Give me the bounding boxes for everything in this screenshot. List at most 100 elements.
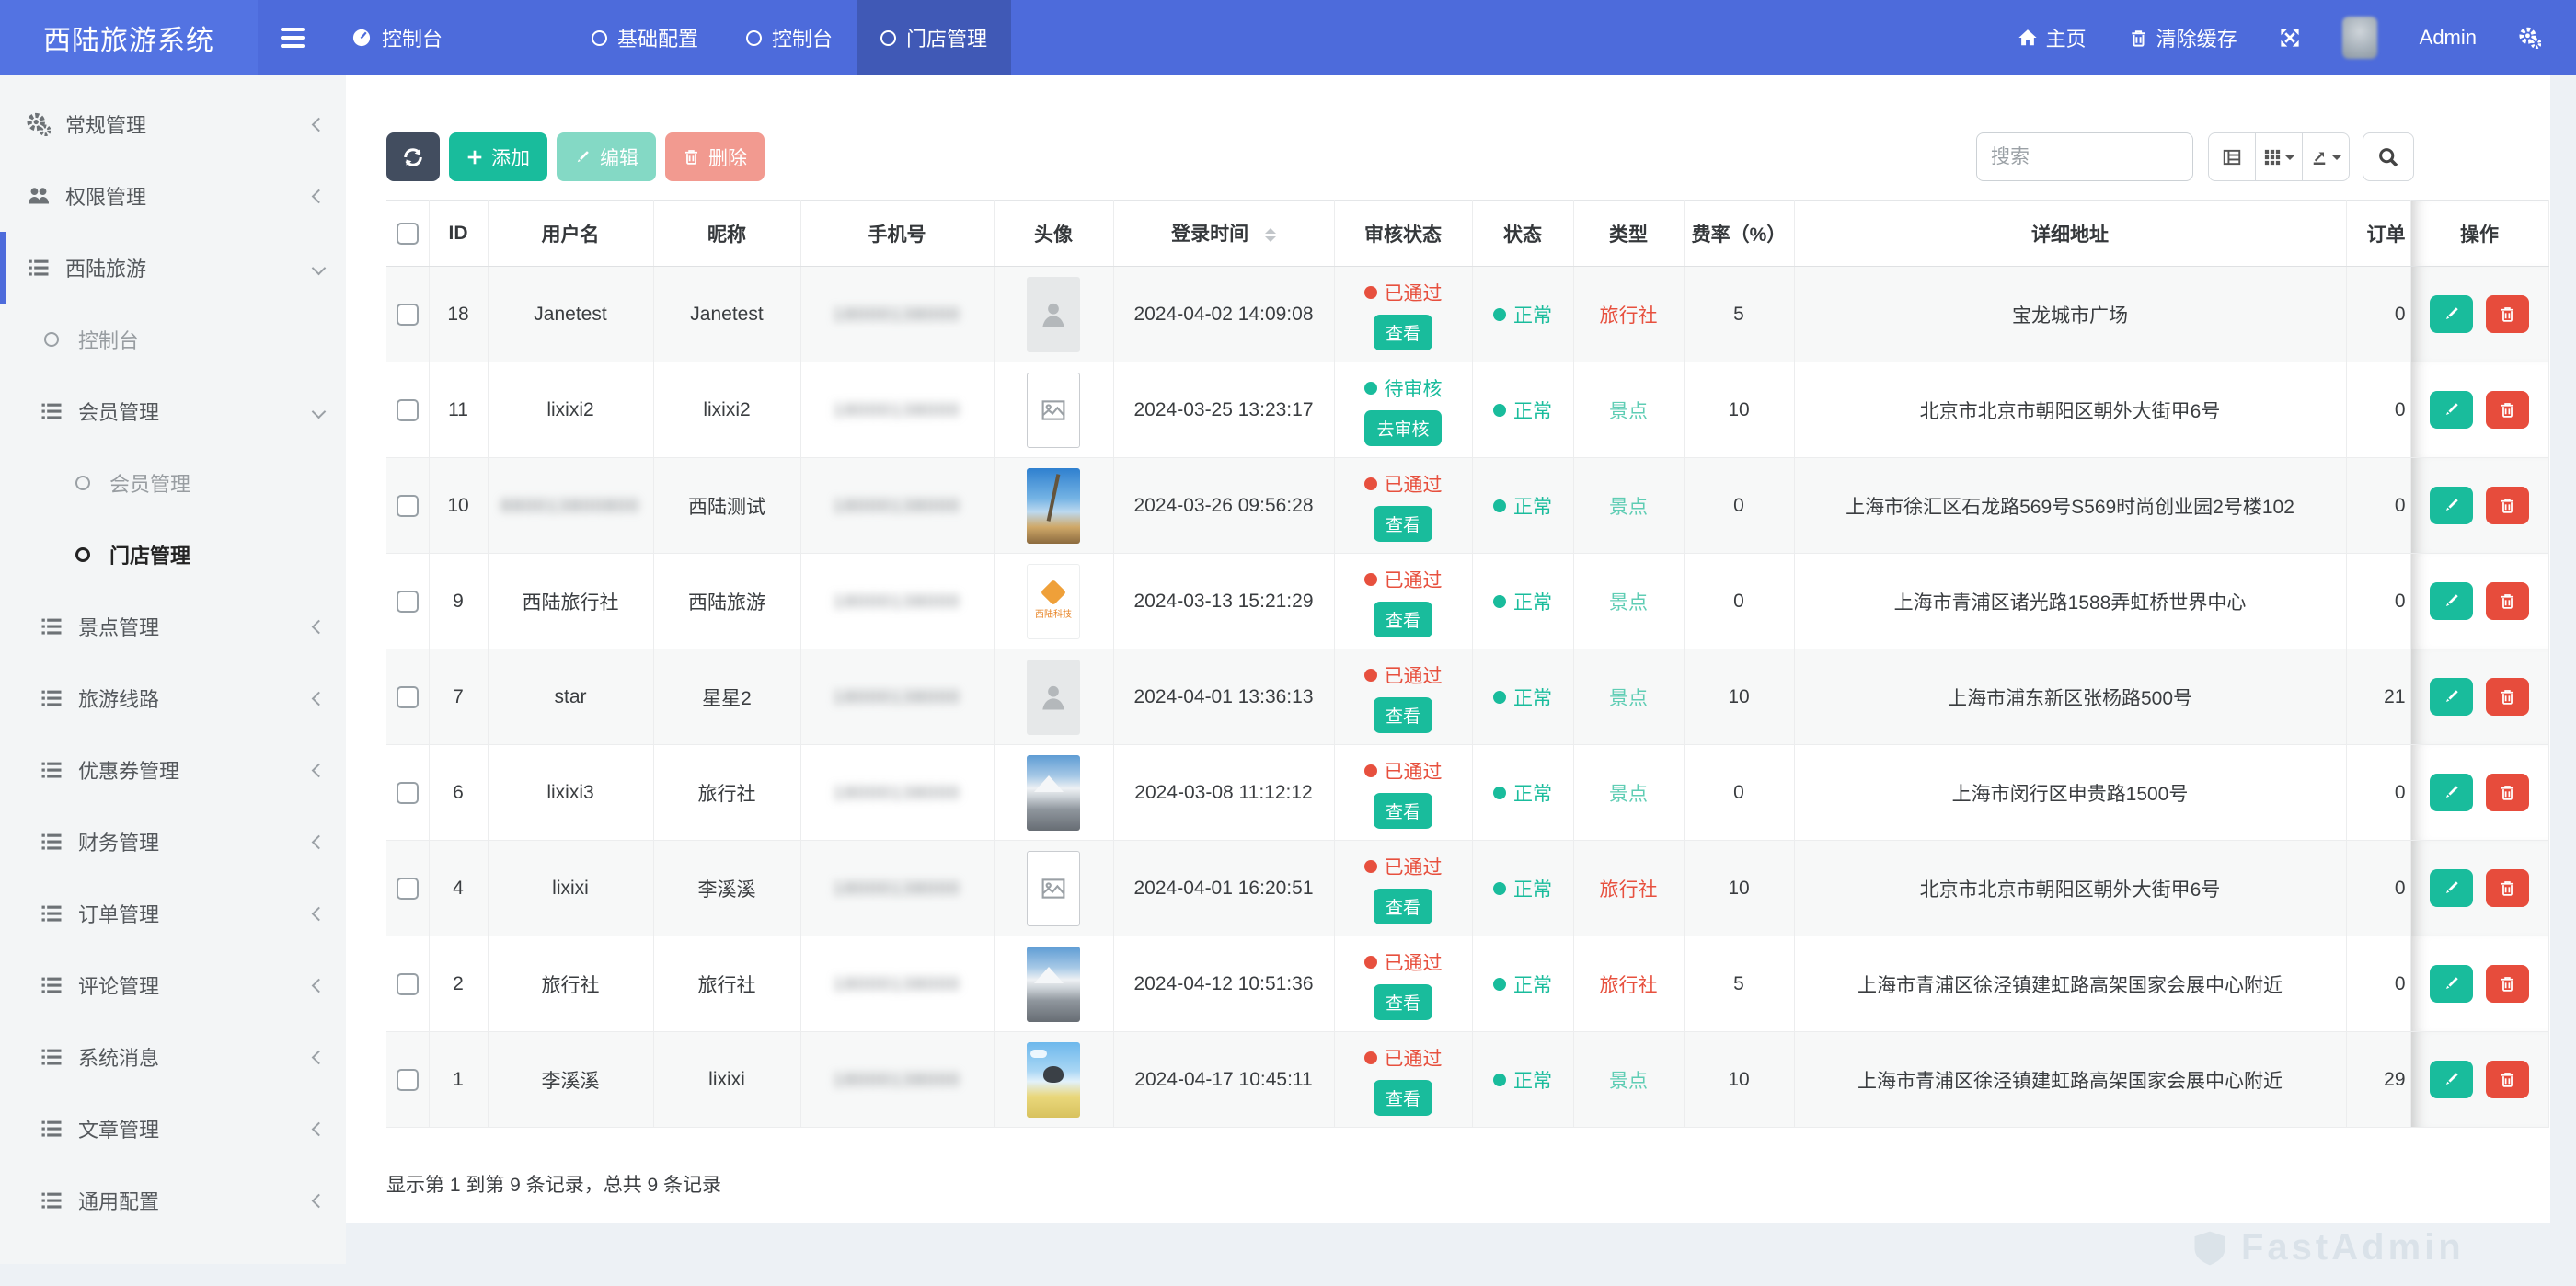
export-dropdown-button[interactable] — [2302, 132, 2350, 181]
plus-icon — [466, 149, 483, 166]
row-checkbox[interactable] — [397, 495, 419, 517]
sidebar-item-xilu-travel[interactable]: 西陆旅游 — [0, 232, 346, 304]
row-checkbox[interactable] — [397, 591, 419, 613]
delete-button-toolbar[interactable]: 删除 — [665, 132, 765, 181]
trash-icon — [2499, 592, 2516, 610]
column-header-rate: 费率（%） — [1684, 201, 1794, 267]
edit-button[interactable] — [2430, 391, 2473, 429]
audit-action-button[interactable]: 查看 — [1374, 315, 1432, 350]
clear-cache-link[interactable]: 清除缓存 — [2129, 23, 2237, 52]
cell-type: 景点 — [1573, 362, 1684, 458]
navbar: 西陆旅游系统 控制台 基础配置 控制台 门店管理 主页 清除缓存 — [0, 0, 2576, 75]
row-checkbox[interactable] — [397, 686, 419, 708]
select-all-checkbox[interactable] — [397, 223, 419, 245]
edit-button[interactable] — [2430, 965, 2473, 1003]
delete-button[interactable] — [2486, 487, 2529, 524]
sidebar-item-comments[interactable]: 评论管理 — [0, 949, 346, 1021]
nav-tab-base-config[interactable]: 基础配置 — [568, 0, 722, 75]
add-button[interactable]: 添加 — [449, 132, 547, 181]
search-button[interactable] — [2363, 132, 2414, 181]
sidebar-item-coupons[interactable]: 优惠券管理 — [0, 734, 346, 806]
sidebar-item-console[interactable]: 控制台 — [0, 304, 346, 375]
delete-button[interactable] — [2486, 869, 2529, 907]
cell-rate: 5 — [1684, 267, 1794, 362]
cell-username: lixixi3 — [488, 745, 653, 841]
delete-button[interactable] — [2486, 678, 2529, 716]
logo-diamond — [1041, 579, 1066, 604]
delete-button[interactable] — [2486, 965, 2529, 1003]
row-checkbox[interactable] — [397, 973, 419, 995]
columns-dropdown-button[interactable] — [2255, 132, 2303, 181]
sidebar-item-messages[interactable]: 系统消息 — [0, 1021, 346, 1093]
delete-button[interactable] — [2486, 774, 2529, 811]
list-icon — [39, 759, 64, 781]
sidebar-item-orders[interactable]: 订单管理 — [0, 878, 346, 949]
delete-button[interactable] — [2486, 295, 2529, 333]
column-header-label: 操作 — [2460, 224, 2499, 246]
column-header-label: 详细地址 — [2031, 224, 2109, 246]
edit-button[interactable] — [2430, 295, 2473, 333]
cell-orders: 0 — [2346, 458, 2410, 554]
column-header-login_time[interactable]: 登录时间 — [1113, 201, 1334, 267]
avatar: 西陆科技 — [1027, 755, 1080, 831]
sidebar-item-finance[interactable]: 财务管理 — [0, 806, 346, 878]
sidebar-item-member[interactable]: 会员管理 — [0, 447, 346, 519]
edit-button[interactable] — [2430, 1061, 2473, 1098]
nav-tab-console[interactable]: 控制台 — [328, 0, 466, 75]
edit-button[interactable] — [2430, 582, 2473, 620]
sidebar-item-member-group[interactable]: 会员管理 — [0, 375, 346, 447]
delete-button[interactable] — [2486, 582, 2529, 620]
audit-action-button[interactable]: 查看 — [1374, 697, 1432, 733]
row-checkbox[interactable] — [397, 399, 419, 421]
sidebar-item-articles[interactable]: 文章管理 — [0, 1093, 346, 1165]
chevron-icon — [312, 978, 327, 993]
row-checkbox[interactable] — [397, 782, 419, 804]
fullscreen-button[interactable] — [2280, 28, 2300, 48]
sidebar-item-store[interactable]: 门店管理 — [0, 519, 346, 591]
row-checkbox[interactable] — [397, 304, 419, 326]
delete-button[interactable] — [2486, 1061, 2529, 1098]
toggle-view-button[interactable] — [2208, 132, 2256, 181]
sidebar-item-general[interactable]: 常规管理 — [0, 88, 346, 160]
user-avatar[interactable] — [2342, 17, 2377, 59]
username-label[interactable]: Admin — [2420, 26, 2477, 50]
cell-nickname: 西陆旅游 — [653, 554, 800, 649]
navbar-right: 主页 清除缓存 Admin — [2018, 0, 2541, 75]
row-checkbox[interactable] — [397, 878, 419, 900]
audit-action-button[interactable]: 查看 — [1374, 793, 1432, 829]
table-row: 18 Janetest Janetest 18000138000 西陆科技 20… — [386, 267, 2548, 362]
audit-status-dot — [1364, 382, 1377, 395]
sidebar-item-scenic[interactable]: 景点管理 — [0, 591, 346, 662]
search-input[interactable] — [1976, 132, 2193, 181]
sidebar-item-config[interactable]: 通用配置 — [0, 1165, 346, 1236]
edit-button[interactable] — [2430, 869, 2473, 907]
refresh-button[interactable] — [386, 132, 440, 181]
cell-login-time: 2024-03-25 13:23:17 — [1113, 362, 1334, 458]
delete-button[interactable] — [2486, 391, 2529, 429]
status-dot — [1493, 308, 1506, 321]
audit-status-dot — [1364, 1051, 1377, 1064]
edit-button[interactable] — [2430, 487, 2473, 524]
column-header-type: 类型 — [1573, 201, 1684, 267]
hamburger-icon[interactable] — [265, 0, 320, 75]
sidebar-item-auth[interactable]: 权限管理 — [0, 160, 346, 232]
sidebar-item-routes[interactable]: 旅游线路 — [0, 662, 346, 734]
nav-tab-console-2[interactable]: 控制台 — [722, 0, 857, 75]
row-checkbox[interactable] — [397, 1069, 419, 1091]
audit-action-button[interactable]: 查看 — [1374, 506, 1432, 542]
edit-button-toolbar[interactable]: 编辑 — [557, 132, 656, 181]
sidebar: 常规管理 权限管理 西陆旅游 — [0, 75, 346, 1264]
audit-action-button[interactable]: 查看 — [1374, 602, 1432, 637]
edit-button[interactable] — [2430, 774, 2473, 811]
nav-tab-store-manage[interactable]: 门店管理 — [857, 0, 1011, 75]
settings-button[interactable] — [2519, 27, 2541, 49]
home-link[interactable]: 主页 — [2018, 23, 2087, 52]
audit-action-button[interactable]: 查看 — [1374, 889, 1432, 924]
cell-username: lixixi2 — [488, 362, 653, 458]
audit-action-button[interactable]: 查看 — [1374, 984, 1432, 1020]
audit-action-button[interactable]: 去审核 — [1364, 410, 1441, 446]
list-icon — [39, 831, 64, 853]
edit-button[interactable] — [2430, 678, 2473, 716]
person-icon — [1037, 298, 1070, 331]
audit-action-button[interactable]: 查看 — [1374, 1080, 1432, 1116]
